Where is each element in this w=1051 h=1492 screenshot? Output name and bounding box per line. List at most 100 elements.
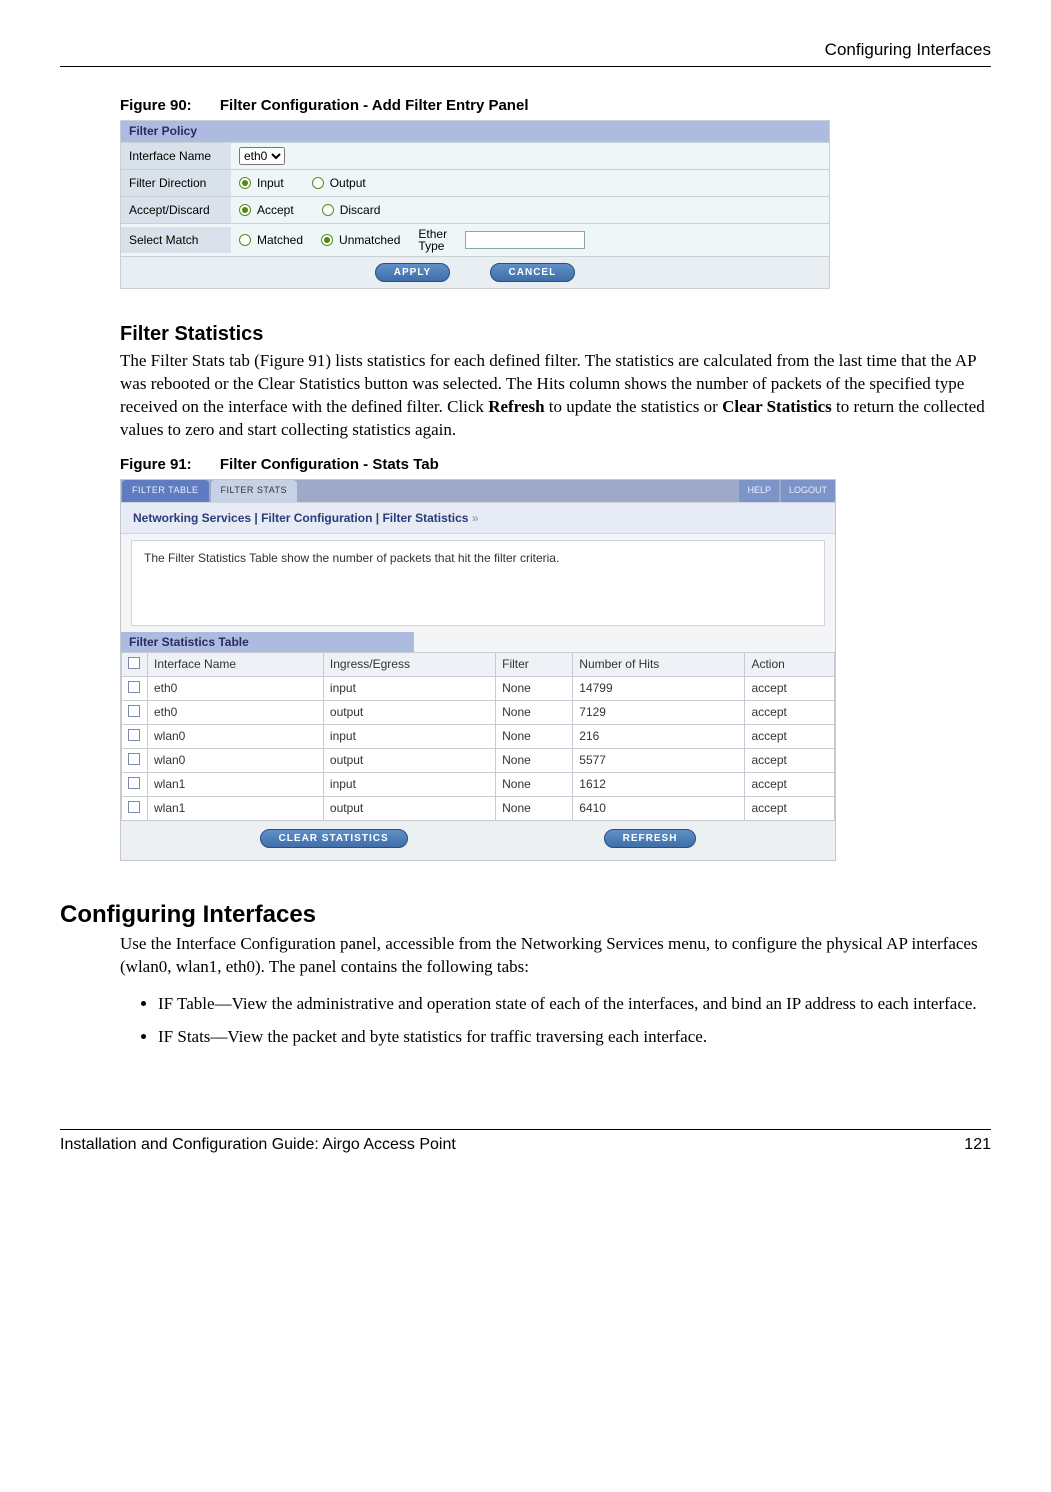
cell-direction: output <box>323 796 495 820</box>
configuring-interfaces-body: Use the Interface Configuration panel, a… <box>120 933 991 979</box>
cell-direction: input <box>323 676 495 700</box>
footer-title: Installation and Configuration Guide: Ai… <box>60 1136 456 1154</box>
ether-label-line2: Type <box>418 240 447 252</box>
cell-hits: 1612 <box>573 772 745 796</box>
cell-action: accept <box>745 796 835 820</box>
figure91-title: Filter Configuration - Stats Tab <box>220 456 439 473</box>
accept-radio[interactable] <box>239 204 251 216</box>
interface-name-label: Interface Name <box>121 143 231 169</box>
matched-label: Matched <box>257 233 303 247</box>
refresh-button[interactable]: REFRESH <box>604 829 697 848</box>
list-item: IF Table—View the administrative and ope… <box>158 993 991 1016</box>
cell-action: accept <box>745 724 835 748</box>
breadcrumb-2: Filter Configuration <box>261 511 372 525</box>
cancel-button[interactable]: CANCEL <box>490 263 576 282</box>
cell-interface: wlan0 <box>148 724 324 748</box>
discard-label: Discard <box>340 203 381 217</box>
table-row: wlan0outputNone5577accept <box>122 748 835 772</box>
cell-action: accept <box>745 700 835 724</box>
cell-hits: 7129 <box>573 700 745 724</box>
cell-hits: 6410 <box>573 796 745 820</box>
cell-filter: None <box>496 772 573 796</box>
table-row: wlan1outputNone6410accept <box>122 796 835 820</box>
stats-description: The Filter Statistics Table show the num… <box>131 540 825 626</box>
accept-discard-row: Accept/Discard Accept Discard <box>121 196 829 223</box>
cell-hits: 5577 <box>573 748 745 772</box>
row-checkbox[interactable] <box>128 801 140 813</box>
running-header: Configuring Interfaces <box>60 40 991 67</box>
discard-radio[interactable] <box>322 204 334 216</box>
accept-discard-label: Accept/Discard <box>121 197 231 223</box>
figure91-caption: Figure 91: Filter Configuration - Stats … <box>120 456 991 473</box>
cell-action: accept <box>745 676 835 700</box>
col-number-of-hits: Number of Hits <box>573 652 745 676</box>
cell-interface: eth0 <box>148 700 324 724</box>
figure90-title: Filter Configuration - Add Filter Entry … <box>220 97 529 114</box>
filter-statistics-table-title: Filter Statistics Table <box>121 632 414 652</box>
row-checkbox[interactable] <box>128 777 140 789</box>
interface-name-select[interactable]: eth0 <box>239 147 285 165</box>
cell-filter: None <box>496 748 573 772</box>
row-checkbox[interactable] <box>128 753 140 765</box>
matched-radio[interactable] <box>239 234 251 246</box>
table-row: wlan1inputNone1612accept <box>122 772 835 796</box>
direction-output-radio[interactable] <box>312 177 324 189</box>
unmatched-radio[interactable] <box>321 234 333 246</box>
row-checkbox[interactable] <box>128 729 140 741</box>
cell-filter: None <box>496 676 573 700</box>
cell-direction: output <box>323 748 495 772</box>
select-match-row: Select Match Matched Unmatched Ether Typ… <box>121 223 829 256</box>
breadcrumb-3: Filter Statistics <box>382 511 468 525</box>
direction-output-label: Output <box>330 176 366 190</box>
configuring-interfaces-heading: Configuring Interfaces <box>60 901 991 929</box>
cell-interface: wlan0 <box>148 748 324 772</box>
table-row: eth0inputNone14799accept <box>122 676 835 700</box>
cell-hits: 14799 <box>573 676 745 700</box>
footer-page-number: 121 <box>964 1136 991 1154</box>
filter-policy-panel: Filter Policy Interface Name eth0 Filter… <box>120 120 830 289</box>
interface-name-row: Interface Name eth0 <box>121 142 829 169</box>
col-action: Action <box>745 652 835 676</box>
ether-type-input[interactable] <box>465 231 585 249</box>
accept-label: Accept <box>257 203 294 217</box>
filter-statistics-table: Interface Name Ingress/Egress Filter Num… <box>121 652 835 821</box>
cell-action: accept <box>745 772 835 796</box>
breadcrumb: Networking Services | Filter Configurati… <box>121 502 835 534</box>
filter-stats-panel: FILTER TABLE FILTER STATS HELP LOGOUT Ne… <box>120 479 836 861</box>
figure90-caption: Figure 90: Filter Configuration - Add Fi… <box>120 97 991 114</box>
cell-filter: None <box>496 700 573 724</box>
cell-filter: None <box>496 724 573 748</box>
filter-statistics-heading: Filter Statistics <box>120 323 991 346</box>
table-row: wlan0inputNone216accept <box>122 724 835 748</box>
direction-input-radio[interactable] <box>239 177 251 189</box>
tab-bar: FILTER TABLE FILTER STATS HELP LOGOUT <box>121 480 835 502</box>
figure90-number: Figure 90: <box>120 97 192 114</box>
cell-interface: wlan1 <box>148 796 324 820</box>
filter-policy-title: Filter Policy <box>121 121 829 142</box>
help-button[interactable]: HELP <box>739 480 779 502</box>
cell-direction: input <box>323 724 495 748</box>
tab-filter-table[interactable]: FILTER TABLE <box>122 480 209 502</box>
logout-button[interactable]: LOGOUT <box>781 480 835 502</box>
list-item: IF Stats—View the packet and byte statis… <box>158 1026 991 1049</box>
apply-button[interactable]: APPLY <box>375 263 450 282</box>
select-all-checkbox[interactable] <box>128 657 140 669</box>
tab-filter-stats[interactable]: FILTER STATS <box>211 480 298 502</box>
col-interface-name: Interface Name <box>148 652 324 676</box>
cell-action: accept <box>745 748 835 772</box>
cell-hits: 216 <box>573 724 745 748</box>
cell-interface: wlan1 <box>148 772 324 796</box>
cell-direction: output <box>323 700 495 724</box>
direction-input-label: Input <box>257 176 284 190</box>
cell-direction: input <box>323 772 495 796</box>
row-checkbox[interactable] <box>128 681 140 693</box>
row-checkbox[interactable] <box>128 705 140 717</box>
filter-statistics-body: The Filter Stats tab (Figure 91) lists s… <box>120 350 991 442</box>
cell-filter: None <box>496 796 573 820</box>
figure91-number: Figure 91: <box>120 456 192 473</box>
cell-interface: eth0 <box>148 676 324 700</box>
col-filter: Filter <box>496 652 573 676</box>
col-ingress-egress: Ingress/Egress <box>323 652 495 676</box>
filter-direction-label: Filter Direction <box>121 170 231 196</box>
clear-statistics-button[interactable]: CLEAR STATISTICS <box>260 829 408 848</box>
